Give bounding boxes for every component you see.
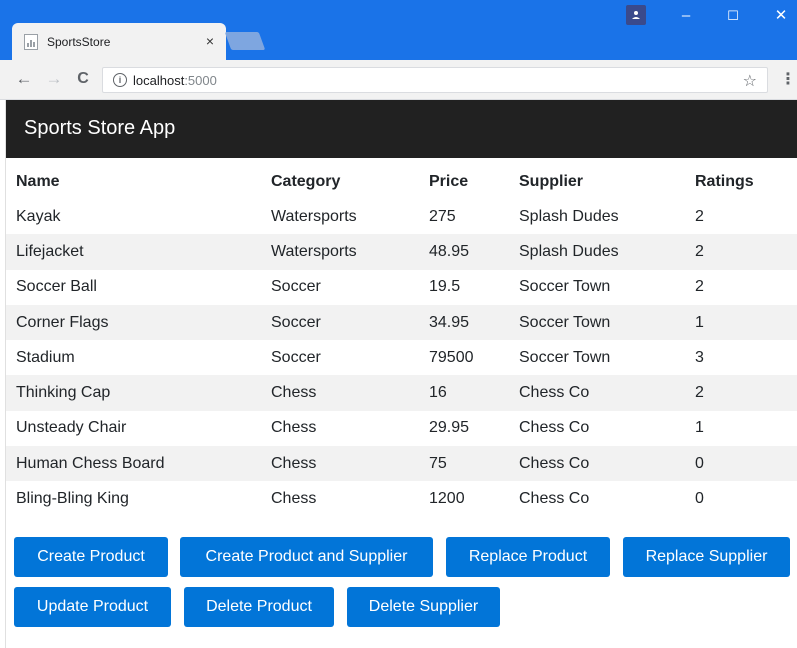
delete-product-button[interactable]: Delete Product [184,587,334,627]
cell-category: Chess [271,454,317,472]
header-supplier: Supplier [519,172,584,190]
cell-name: Thinking Cap [16,384,111,402]
back-arrow-icon[interactable]: ← [14,69,34,89]
table-row: Kayak Watersports 275 Splash Dudes 2 [6,199,797,235]
cell-category: Watersports [271,242,357,260]
cell-category: Soccer [271,313,321,331]
cell-price: 48.95 [429,242,470,260]
cell-name: Stadium [16,348,75,366]
forward-arrow-icon[interactable]: → [44,69,64,89]
cell-ratings: 2 [695,278,704,296]
url-host: localhost [133,72,185,88]
create-product-button[interactable]: Create Product [14,537,168,577]
new-tab-button[interactable] [224,32,266,50]
header-name: Name [16,172,60,190]
bookmark-star-icon[interactable]: ☆ [743,71,757,91]
table-body: Kayak Watersports 275 Splash Dudes 2 Lifejack… [6,199,797,517]
cell-name: Human Chess Board [16,454,165,472]
cell-supplier: Chess Co [519,419,590,437]
address-bar[interactable]: i localhost:5000 ☆ [102,67,768,93]
cell-name: Corner Flags [16,313,109,331]
cell-supplier: Chess Co [519,454,590,472]
browser-toolbar: ← → C i localhost:5000 ☆ ⋮ [0,60,797,100]
window-maximize-icon[interactable]: ☐ [723,8,743,24]
replace-supplier-button[interactable]: Replace Supplier [623,537,790,577]
table-row: Soccer Ball Soccer 19.5 Soccer Town 2 [6,269,797,305]
cell-supplier: Soccer Town [519,348,611,366]
browser-tab[interactable]: SportsStore × [12,23,226,60]
replace-product-button[interactable]: Replace Product [446,537,610,577]
table-row: Unsteady Chair Chess 29.95 Chess Co 1 [6,410,797,447]
table-row: Human Chess Board Chess 75 Chess Co 0 [6,446,797,482]
header-price: Price [429,172,469,190]
cell-ratings: 2 [695,384,704,402]
cell-ratings: 1 [695,313,704,331]
table-row: Lifejacket Watersports 48.95 Splash Dudes 2 [6,234,797,270]
cell-ratings: 2 [695,207,704,225]
cell-supplier: Splash Dudes [519,207,619,225]
table-row: Stadium Soccer 79500 Soccer Town 3 [6,340,797,376]
cell-name: Soccer Ball [16,278,97,296]
cell-price: 75 [429,454,447,472]
cell-ratings: 2 [695,242,704,260]
cell-name: Bling-Bling King [16,490,129,508]
cell-supplier: Splash Dudes [519,242,619,260]
reload-icon[interactable]: C [73,69,93,89]
header-category: Category [271,172,341,190]
tab-title: SportsStore [47,34,111,49]
products-table: Name Category Price Supplier Ratings Kay… [6,164,797,517]
cell-supplier: Soccer Town [519,278,611,296]
cell-name: Kayak [16,207,61,225]
tab-close-icon[interactable]: × [206,33,214,49]
cell-price: 19.5 [429,278,461,296]
table-row: Bling-Bling King Chess 1200 Chess Co 0 [6,481,797,517]
update-product-button[interactable]: Update Product [14,587,171,627]
cell-supplier: Chess Co [519,384,590,402]
cell-name: Unsteady Chair [16,419,127,437]
cell-price: 275 [429,207,456,225]
cell-supplier: Chess Co [519,490,590,508]
browser-menu-icon[interactable]: ⋮ [780,69,796,89]
cell-price: 79500 [429,348,474,366]
cell-category: Watersports [271,207,357,225]
table-row: Corner Flags Soccer 34.95 Soccer Town 1 [6,304,797,341]
site-info-icon[interactable]: i [113,73,127,87]
cell-ratings: 1 [695,419,704,437]
header-ratings: Ratings [695,172,754,190]
cell-category: Chess [271,490,317,508]
cell-price: 29.95 [429,419,470,437]
cell-ratings: 0 [695,454,704,472]
url-port: :5000 [184,72,217,88]
cell-ratings: 3 [695,348,704,366]
create-product-supplier-button[interactable]: Create Product and Supplier [180,537,433,577]
cell-category: Chess [271,384,317,402]
delete-supplier-button[interactable]: Delete Supplier [347,587,500,627]
table-row: Thinking Cap Chess 16 Chess Co 2 [6,375,797,411]
cell-category: Chess [271,419,317,437]
cell-category: Soccer [271,348,321,366]
window-close-icon[interactable]: ✕ [771,8,791,24]
profile-icon[interactable] [626,5,646,25]
cell-ratings: 0 [695,490,704,508]
cell-price: 34.95 [429,313,470,331]
cell-supplier: Soccer Town [519,313,611,331]
window-minimize-icon[interactable]: – [676,8,696,24]
app-navbar: Sports Store App [6,100,797,158]
cell-category: Soccer [271,278,321,296]
cell-price: 16 [429,384,447,402]
page-favicon-icon [24,33,38,50]
browser-titlebar: SportsStore × – ☐ ✕ [0,0,797,60]
cell-name: Lifejacket [16,242,84,260]
app-brand: Sports Store App [24,117,176,139]
cell-price: 1200 [429,490,465,508]
table-header-row: Name Category Price Supplier Ratings [6,164,797,199]
